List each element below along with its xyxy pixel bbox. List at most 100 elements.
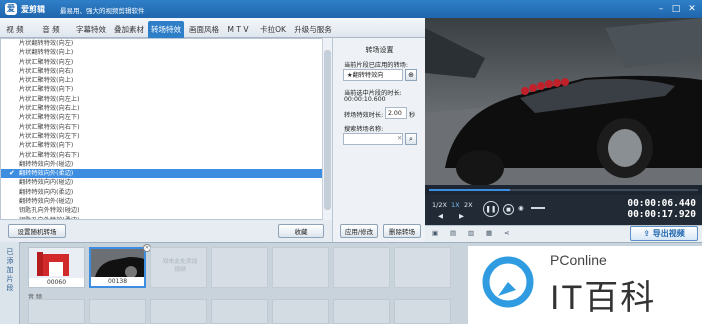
- transition-item-label: 片状汇聚特效(向左下): [19, 114, 80, 122]
- audio-slot[interactable]: [394, 299, 451, 324]
- volume-slider[interactable]: [531, 207, 545, 209]
- clip-duration-value: 00:00:10.600: [344, 96, 386, 103]
- pconline-watermark: PConline IT百科: [468, 246, 702, 324]
- empty-slot[interactable]: [333, 247, 390, 288]
- seek-progress: [429, 189, 510, 191]
- transition-item[interactable]: 片状汇聚特效(向下): [1, 141, 331, 150]
- transition-item[interactable]: 片状翻转特效(向左): [1, 39, 331, 48]
- transition-item[interactable]: 翻转特效向外(碰边): [1, 197, 331, 206]
- clip-thumbnail[interactable]: 00060: [28, 247, 85, 288]
- clip-thumbnail-selected[interactable]: 00138: [89, 247, 146, 288]
- audio-slot[interactable]: [211, 299, 268, 324]
- empty-slot[interactable]: [394, 247, 451, 288]
- transition-item[interactable]: 片状汇聚特效(向左): [1, 58, 331, 67]
- transition-item[interactable]: 片状汇聚特效(向左上): [1, 95, 331, 104]
- app-slogan: 最易用、强大的视频剪辑软件: [60, 7, 145, 15]
- app-window: 爱 爱剪辑 最易用、强大的视频剪辑软件 – □ ✕ 视 频 音 频 字幕特效 叠…: [0, 0, 702, 324]
- speed-half[interactable]: 1/2X: [432, 201, 447, 209]
- audio-slot[interactable]: [28, 299, 85, 324]
- empty-slot[interactable]: [211, 247, 268, 288]
- prev-frame-icon[interactable]: ◀: [438, 212, 443, 220]
- tab-karaoke[interactable]: 卡拉OK: [258, 22, 288, 37]
- current-transition-field: ★翻转特效向: [343, 69, 403, 81]
- transition-search-input[interactable]: [343, 133, 403, 145]
- close-icon[interactable]: ✕: [685, 2, 699, 16]
- folder-icon[interactable]: ▤: [450, 229, 456, 237]
- audio-slot[interactable]: [272, 299, 329, 324]
- transition-item-label: 翻转特效向外(柔边): [19, 170, 74, 178]
- share-icon[interactable]: ⋖: [504, 229, 509, 237]
- apply-transition-button[interactable]: 应用/修改: [340, 224, 378, 238]
- transition-item-label: 片状汇聚特效(向下): [19, 86, 74, 94]
- app-logo-icon: 爱: [5, 3, 17, 15]
- search-label: 搜索转场名称:: [344, 126, 384, 133]
- transition-list: 片状翻转特效(向左) 片状翻转特效(向上) 片状汇聚特效(向左) 片状汇聚特效(向右)…: [0, 38, 332, 220]
- transition-item-label: 翻转特效向内(碰边): [19, 179, 74, 187]
- transition-preview-icon[interactable]: ⊕: [405, 69, 417, 81]
- list-scrollbar[interactable]: [322, 38, 332, 220]
- transition-item-selected[interactable]: ✔ 翻转特效向外(柔边): [1, 169, 331, 179]
- transition-item-label: 翻转特效向外(碰边): [19, 198, 74, 206]
- transition-item[interactable]: 片状汇聚特效(向右): [1, 67, 331, 76]
- save-icon[interactable]: ▣: [432, 229, 438, 237]
- transition-duration-input[interactable]: 2.00: [385, 107, 407, 119]
- transition-item-label: 钥匙孔向外特效(碰边): [19, 207, 80, 215]
- speed-normal[interactable]: 1X: [451, 201, 460, 209]
- watermark-mark: IT百科: [550, 279, 657, 317]
- tab-mtv[interactable]: M T V: [224, 22, 252, 37]
- next-frame-icon[interactable]: ▶: [459, 212, 464, 220]
- transition-item[interactable]: 片状汇聚特效(向下): [1, 85, 331, 94]
- tab-subtitle[interactable]: 字幕特效: [73, 22, 109, 37]
- timeline-side-tab[interactable]: 已添加片段: [0, 242, 20, 324]
- clip-2-label: 00138: [91, 277, 144, 286]
- delete-transition-button[interactable]: 删除转场: [383, 224, 421, 238]
- export-video-button[interactable]: ⇪ 导出视频: [630, 226, 698, 241]
- transition-item[interactable]: 片状汇聚特效(向左下): [1, 113, 331, 122]
- transition-item[interactable]: 片状汇聚特效(向右上): [1, 104, 331, 113]
- volume-icon[interactable]: ◉: [518, 204, 524, 212]
- audio-slot[interactable]: [150, 299, 207, 324]
- transition-item[interactable]: 片状汇聚特效(向上): [1, 76, 331, 85]
- clip-1-image: [29, 248, 84, 279]
- tab-transition[interactable]: 转场特效: [148, 21, 184, 38]
- audio-slot[interactable]: [333, 299, 390, 324]
- search-icon[interactable]: ⌕: [405, 133, 417, 145]
- stop-icon[interactable]: ■: [503, 204, 514, 215]
- audio-slot[interactable]: [89, 299, 146, 324]
- speed-double[interactable]: 2X: [464, 201, 473, 209]
- transition-item[interactable]: 片状汇聚特效(向右下): [1, 123, 331, 132]
- seek-bar[interactable]: [425, 185, 702, 195]
- clear-search-icon[interactable]: ✕: [397, 135, 402, 142]
- player-controls: 1/2X 1X 2X ◀ ▶ ❚❚ ■ ◉ 00:00:06.440 00:00…: [425, 195, 702, 225]
- tab-upgrade[interactable]: 升级与服务: [293, 22, 333, 37]
- tab-video[interactable]: 视 频: [4, 22, 26, 37]
- tab-audio[interactable]: 音 频: [40, 22, 62, 37]
- transition-item[interactable]: 翻转特效向内(柔边): [1, 188, 331, 197]
- maximize-icon[interactable]: □: [669, 2, 683, 16]
- transition-item-label: 翻转特效向内(柔边): [19, 188, 74, 196]
- tab-overlay[interactable]: 叠加素材: [111, 22, 147, 37]
- add-video-placeholder[interactable]: 双击此处添加视频: [150, 247, 207, 288]
- main-tabs: 视 频 音 频 字幕特效 叠加素材 转场特效 画面风格 M T V 卡拉OK 升…: [0, 18, 425, 38]
- transition-item[interactable]: 片状汇聚特效(向右下): [1, 151, 331, 160]
- scrollbar-thumb[interactable]: [324, 50, 331, 210]
- watermark-brand: PConline: [550, 252, 607, 268]
- random-transition-button[interactable]: 设置随机转场: [8, 224, 66, 238]
- transition-item[interactable]: 片状翻转特效(向上): [1, 48, 331, 57]
- disk-icon[interactable]: ▦: [486, 229, 492, 237]
- transition-item[interactable]: 片状汇聚特效(向左下): [1, 132, 331, 141]
- image-icon[interactable]: ▥: [468, 229, 474, 237]
- transition-item[interactable]: 钥匙孔向外特效(碰边): [1, 206, 331, 215]
- transition-item-label: 片状汇聚特效(向上): [19, 77, 74, 85]
- transition-item-label: 片状汇聚特效(向左下): [19, 132, 80, 140]
- tab-style[interactable]: 画面风格: [186, 22, 222, 37]
- transition-item[interactable]: 翻转特效向外(碰边): [1, 160, 331, 169]
- transition-item[interactable]: 翻转特效向内(碰边): [1, 178, 331, 187]
- minimize-icon[interactable]: –: [654, 2, 668, 16]
- transition-item-label: 片状汇聚特效(向右上): [19, 105, 80, 113]
- empty-slot[interactable]: [272, 247, 329, 288]
- collect-button[interactable]: 收藏: [278, 224, 324, 238]
- pause-icon[interactable]: ❚❚: [483, 201, 499, 217]
- total-time: 00:00:17.920: [627, 209, 696, 220]
- search-magnifier-icon: [482, 256, 534, 308]
